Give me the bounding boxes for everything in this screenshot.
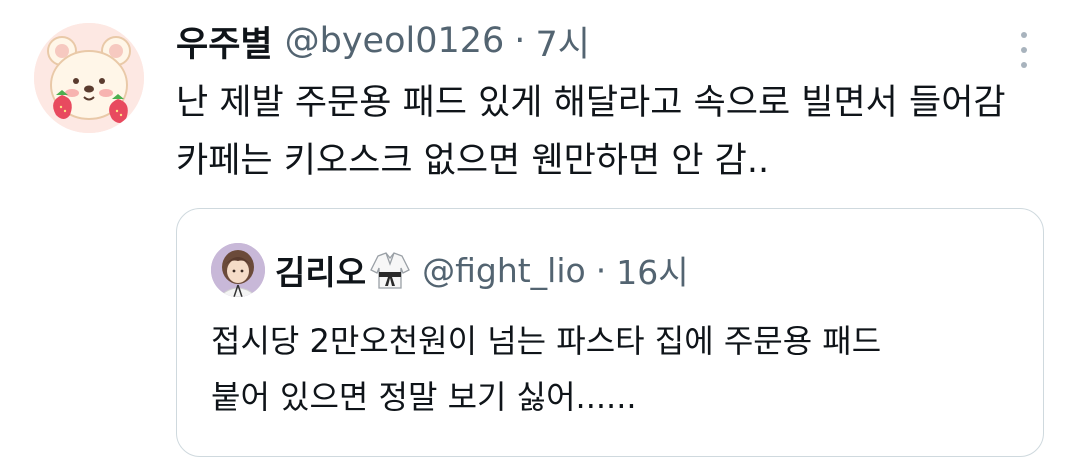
quoted-avatar[interactable] [211,243,265,297]
quoted-tweet-card[interactable]: 김리오 @fight_lio · 16시 접시당 2만오천원이 넘는 파스타 집… [176,208,1044,457]
quoted-tweet-timestamp[interactable]: 16시 [616,246,688,294]
martial-arts-uniform-icon [370,252,410,289]
quoted-display-name[interactable]: 김리오 [275,246,366,294]
quoted-user-handle[interactable]: @fight_lio [422,251,586,290]
quoted-tweet-header: 김리오 @fight_lio · 16시 [275,245,689,295]
separator-dot: · [514,21,526,61]
quoted-tweet-text: 접시당 2만오천원이 넘는 파스타 집에 주문용 패드 붙어 있으면 정말 보기… [211,313,1031,425]
separator-dot: · [595,250,607,290]
tweet-text-line: 난 제발 주문용 패드 있게 해달라고 속으로 빌면서 들어감 [176,83,1006,123]
quoted-tweet-text-line: 붙어 있으면 정말 보기 싫어...... [211,378,637,416]
tweet-header: 우주별 @byeol0126 · 7시 [176,16,590,66]
more-options-button[interactable] [1006,28,1042,72]
more-vertical-icon [1021,32,1027,38]
display-name[interactable]: 우주별 [176,16,273,67]
more-vertical-icon [1021,47,1027,53]
tweet-text-line: 카페는 키오스크 없으면 웬만하면 안 감.. [176,141,770,181]
tweet-text: 난 제발 주문용 패드 있게 해달라고 속으로 빌면서 들어감 카페는 키오스크… [176,74,1056,190]
more-vertical-icon [1021,62,1027,68]
user-handle[interactable]: @byeol0126 [285,21,505,61]
quoted-tweet-text-line: 접시당 2만오천원이 넘는 파스타 집에 주문용 패드 [211,322,882,360]
bear-with-strawberries-avatar-icon [34,23,144,133]
avatar[interactable] [34,23,144,133]
tweet-timestamp[interactable]: 7시 [535,16,589,67]
illustrated-person-avatar-icon [211,243,265,297]
